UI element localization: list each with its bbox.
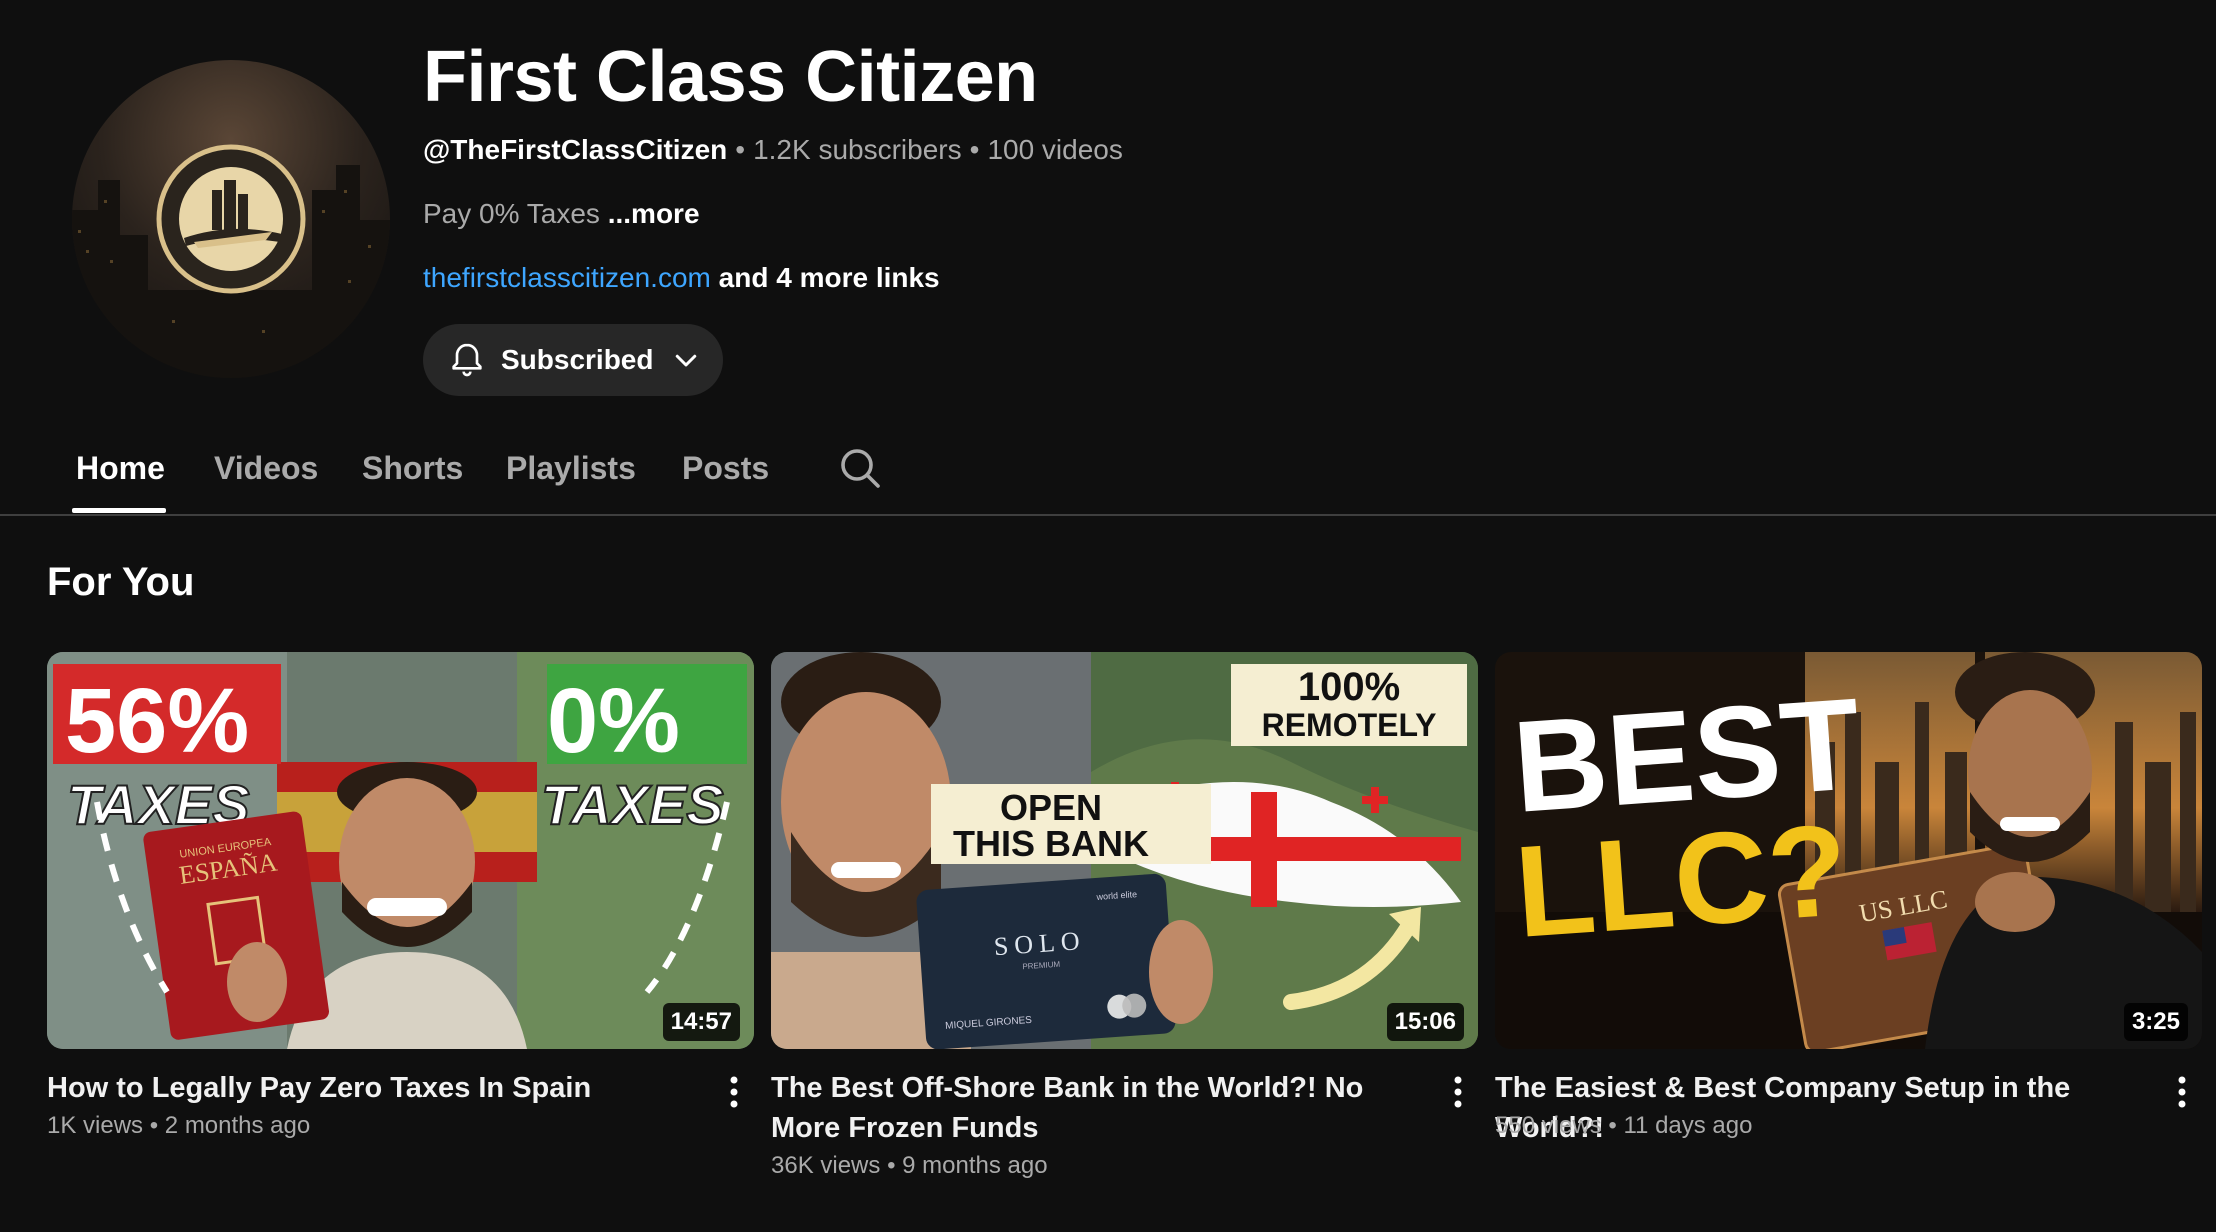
video-title[interactable]: The Best Off-Shore Bank in the World?! N… (771, 1068, 1411, 1148)
channel-meta: @TheFirstClassCitizen • 1.2K subscribers • 1… (423, 134, 1123, 166)
description-text: Pay 0% Taxes (423, 198, 600, 229)
subscribed-button[interactable]: Subscribed (423, 324, 723, 396)
channel-logo-emblem (156, 144, 306, 294)
video-duration: 15:06 (1386, 1003, 1464, 1041)
view-count: 1K views (47, 1112, 144, 1139)
video-card[interactable]: US LLC BEST LLC? 3:25 The Easiest & Best… (1495, 652, 2202, 1144)
channel-title: First Class Citizen (423, 37, 1038, 117)
tab-videos[interactable]: Videos (214, 450, 318, 487)
video-card[interactable]: 56% TAXES 0% TAXES UNION EUROPEA ESPAÑA … (47, 652, 754, 1139)
upload-age: 11 days ago (1623, 1112, 1753, 1139)
section-title: For You (47, 560, 195, 604)
thumb-line2: LLC? (1511, 796, 1852, 965)
thumb-top-line2: REMOTELY (1262, 707, 1437, 743)
thumb-mid-line1: OPEN (1000, 787, 1102, 828)
channel-links: thefirstclasscitizen.com and 4 more link… (423, 262, 940, 294)
channel-description[interactable]: Pay 0% Taxes ...more (423, 198, 700, 230)
more-links-button[interactable]: and 4 more links (719, 262, 940, 293)
channel-tabs: Home Videos Shorts Playlists Posts (0, 430, 2216, 516)
video-count: 100 videos (987, 134, 1123, 165)
separator-dot: • (1608, 1112, 1624, 1139)
video-duration: 3:25 (2123, 1003, 2188, 1041)
separator-dot: • (887, 1152, 903, 1179)
more-options-icon[interactable] (2172, 1072, 2192, 1112)
video-thumbnail[interactable]: 56% TAXES 0% TAXES UNION EUROPEA ESPAÑA … (47, 652, 754, 1049)
view-count: 36K views (771, 1152, 881, 1179)
thumbnail-image: 56% TAXES 0% TAXES UNION EUROPEA ESPAÑA (47, 652, 754, 1049)
description-more-button[interactable]: ...more (608, 198, 700, 229)
subscriber-count: 1.2K subscribers (753, 134, 962, 165)
thumb-right-percent: 0% (547, 670, 680, 772)
video-thumbnail[interactable]: 100% REMOTELY OPEN THIS BANK SOLO PREMIU… (771, 652, 1478, 1049)
active-tab-indicator (72, 508, 166, 513)
tab-posts[interactable]: Posts (682, 450, 769, 487)
separator-dot: • (735, 134, 746, 165)
upload-age: 9 months ago (902, 1152, 1048, 1179)
tab-playlists[interactable]: Playlists (506, 450, 636, 487)
channel-avatar[interactable] (72, 60, 390, 378)
video-duration: 14:57 (662, 1003, 740, 1041)
video-meta: 1K views • 2 months ago (47, 1112, 310, 1140)
more-options-icon[interactable] (724, 1072, 744, 1112)
thumbnail-image: 100% REMOTELY OPEN THIS BANK SOLO PREMIU… (771, 652, 1478, 1049)
tab-home[interactable]: Home (76, 450, 165, 487)
subscribed-label: Subscribed (501, 344, 654, 375)
video-meta: 550 views • 11 days ago (1495, 1112, 1752, 1140)
thumbnail-image: US LLC BEST LLC? (1495, 652, 2202, 1049)
thumb-top-line1: 100% (1298, 665, 1400, 709)
view-count: 550 views (1495, 1112, 1602, 1139)
search-icon[interactable] (836, 444, 884, 492)
thumb-left-percent: 56% (65, 670, 249, 772)
bell-icon (452, 343, 482, 377)
separator-dot: • (149, 1112, 165, 1139)
separator-dot: • (969, 134, 980, 165)
upload-age: 2 months ago (164, 1112, 311, 1139)
thumb-mid-line2: THIS BANK (953, 823, 1149, 864)
video-title[interactable]: How to Legally Pay Zero Taxes In Spain (47, 1068, 687, 1108)
video-meta: 36K views • 9 months ago (771, 1152, 1048, 1180)
channel-website-link[interactable]: thefirstclasscitizen.com (423, 262, 711, 293)
tab-shorts[interactable]: Shorts (362, 450, 463, 487)
video-card[interactable]: 100% REMOTELY OPEN THIS BANK SOLO PREMIU… (771, 652, 1478, 1179)
thumb-right-word: TAXES (541, 773, 724, 836)
chevron-down-icon (676, 354, 697, 367)
more-options-icon[interactable] (1448, 1072, 1468, 1112)
channel-handle: @TheFirstClassCitizen (423, 134, 728, 165)
video-thumbnail[interactable]: US LLC BEST LLC? 3:25 (1495, 652, 2202, 1049)
